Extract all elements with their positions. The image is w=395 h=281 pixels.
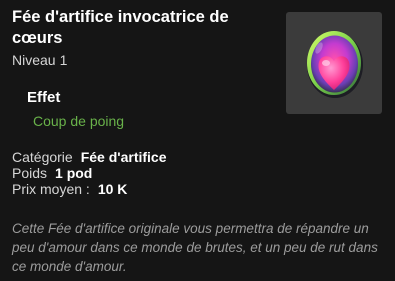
category-label: Catégorie — [12, 149, 73, 165]
stat-price: Prix moyen : 10 K — [12, 181, 167, 197]
weight-label: Poids — [12, 165, 48, 181]
category-value: Fée d'artifice — [80, 149, 167, 165]
price-label: Prix moyen : — [12, 181, 90, 197]
stat-category: Catégorie Fée d'artifice — [12, 149, 167, 165]
level-label: Niveau — [12, 52, 56, 68]
effects-title: Effet — [27, 89, 61, 106]
item-icon-frame — [286, 12, 382, 114]
weight-value: 1 pod — [55, 165, 93, 181]
level-value: 1 — [59, 52, 68, 68]
item-name: Fée d'artifice invocatrice de cœurs — [12, 8, 229, 47]
heart-egg-icon — [307, 31, 363, 98]
item-level: Niveau 1 — [12, 52, 67, 68]
effect-punch: Coup de poing — [33, 113, 125, 129]
stat-weight: Poids 1 pod — [12, 165, 167, 181]
item-tooltip: Fée d'artifice invocatrice de cœurs Nive… — [0, 0, 395, 281]
item-stats: Catégorie Fée d'artifice Poids 1 pod Prix … — [12, 149, 167, 197]
item-description: Cette Fée d'artifice originale vous perm… — [12, 221, 378, 274]
price-value: 10 K — [97, 181, 128, 197]
